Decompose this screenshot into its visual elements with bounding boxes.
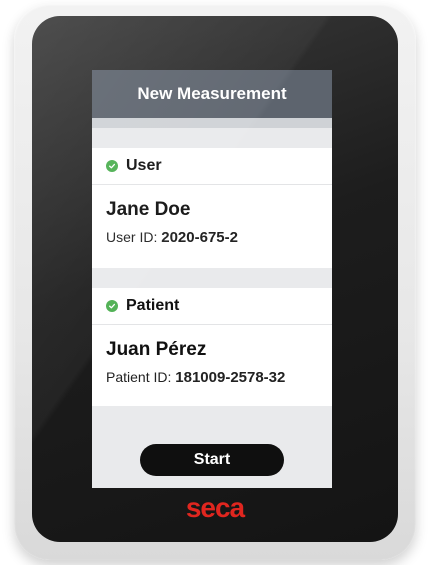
page-header: New Measurement [92, 70, 332, 118]
start-button[interactable]: Start [140, 444, 284, 476]
user-id-line: User ID: 2020-675-2 [106, 229, 332, 246]
patient-id-label: Patient ID: [106, 369, 172, 385]
patient-id-line: Patient ID: 181009-2578-32 [106, 369, 332, 386]
patient-id-value: 181009-2578-32 [175, 369, 286, 386]
user-status-check-icon [106, 160, 118, 172]
device-bezel: New Measurement User Jane Doe User ID: 2… [32, 16, 398, 542]
patient-card[interactable]: Patient Juan Pérez Patient ID: 181009-25… [92, 288, 332, 406]
user-section-label: User [126, 157, 162, 174]
user-card-body: Jane Doe User ID: 2020-675-2 [92, 185, 332, 246]
patient-section-label: Patient [126, 297, 180, 314]
user-id-value: 2020-675-2 [161, 229, 238, 246]
user-card[interactable]: User Jane Doe User ID: 2020-675-2 [92, 148, 332, 268]
user-id-label: User ID: [106, 229, 158, 245]
device-housing: New Measurement User Jane Doe User ID: 2… [14, 4, 416, 560]
device-screen: New Measurement User Jane Doe User ID: 2… [92, 70, 332, 488]
brand-logo: seca [185, 492, 245, 523]
patient-card-header: Patient [92, 288, 332, 325]
header-divider [92, 118, 332, 128]
user-card-header: User [92, 148, 332, 185]
user-name: Jane Doe [106, 199, 191, 220]
patient-name: Juan Pérez [106, 339, 207, 360]
page-title: New Measurement [137, 84, 287, 103]
device-photo: New Measurement User Jane Doe User ID: 2… [0, 0, 430, 565]
patient-card-body: Juan Pérez Patient ID: 181009-2578-32 [92, 325, 332, 386]
patient-status-check-icon [106, 300, 118, 312]
